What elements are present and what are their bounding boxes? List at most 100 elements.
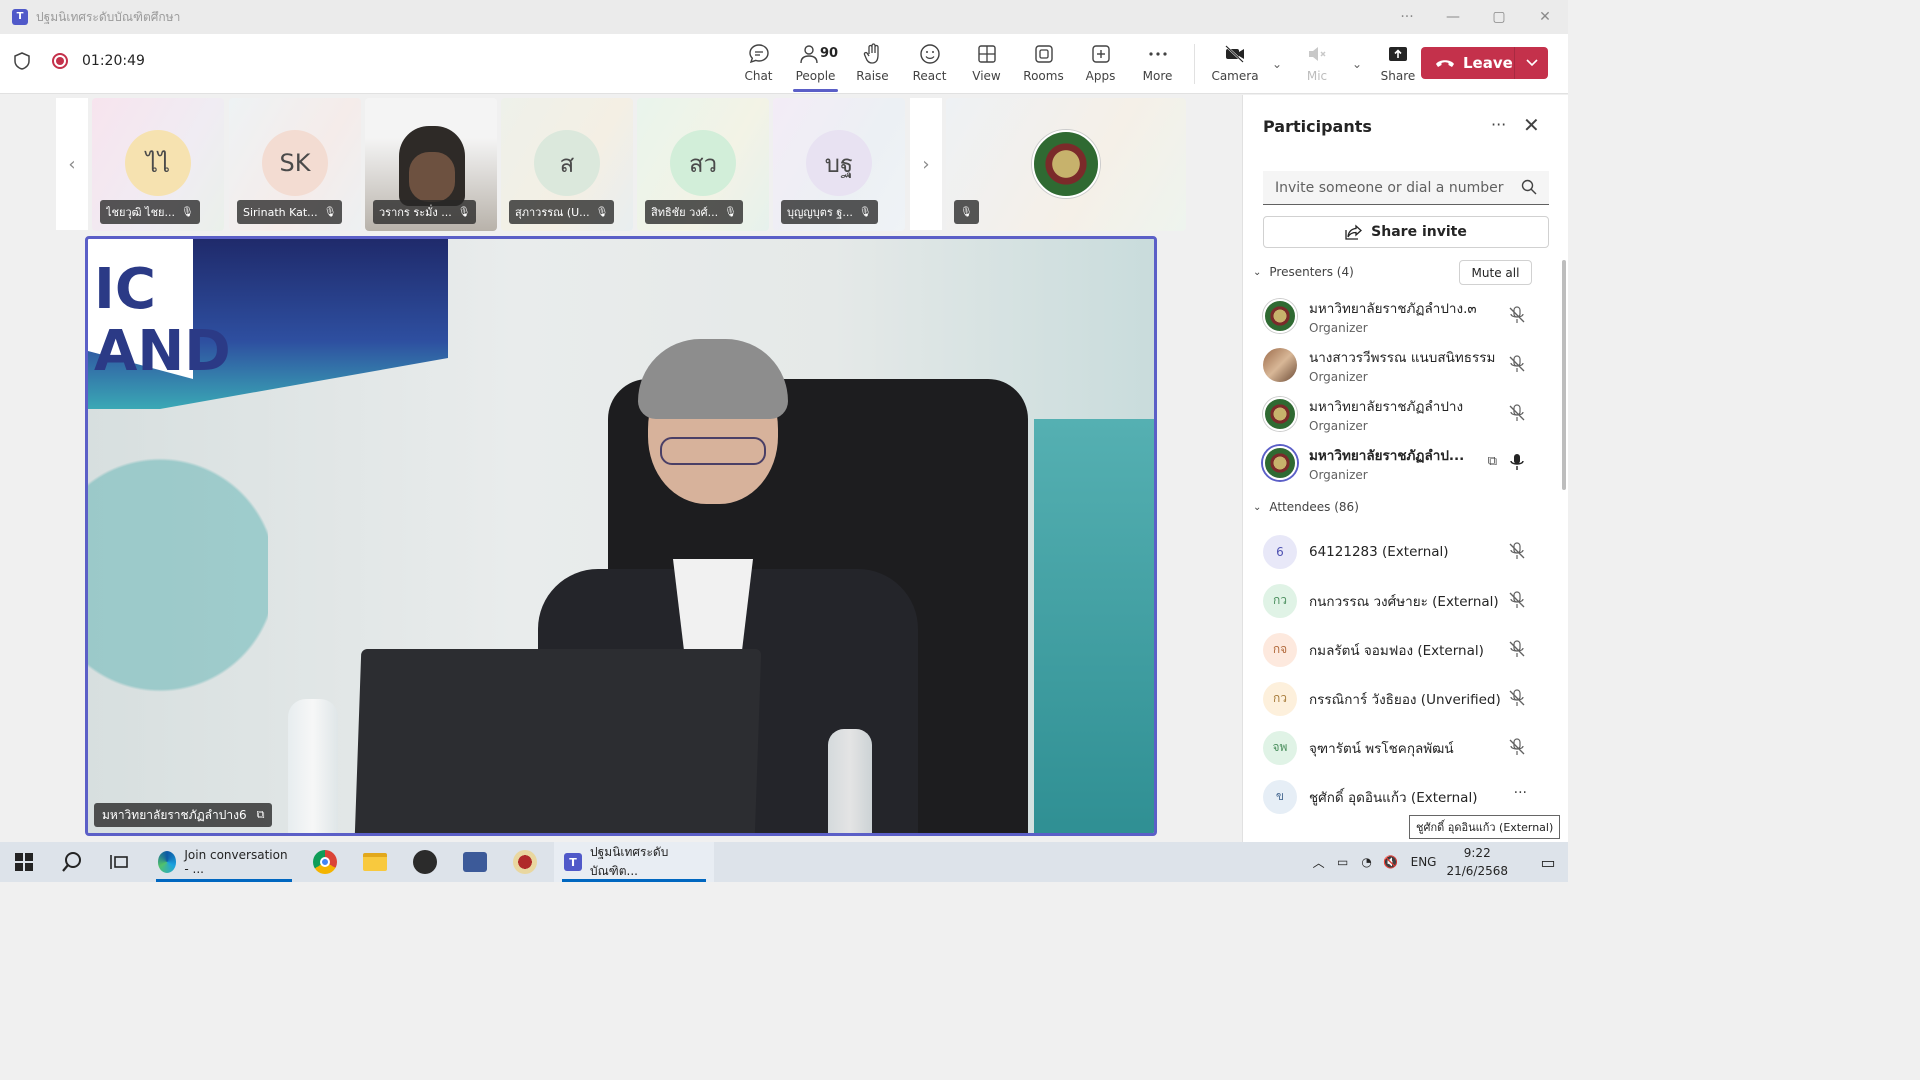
row-more-button[interactable]: ··· (1514, 785, 1527, 801)
volume-muted-icon[interactable]: 🔇 (1379, 855, 1403, 869)
presenter-row[interactable]: มหาวิทยาลัยราชภัฏลำปาง Organizer (1263, 389, 1553, 438)
chevron-down-icon: ⌄ (1253, 501, 1262, 513)
react-button[interactable]: React (901, 34, 958, 94)
camera-button[interactable]: Camera (1203, 34, 1267, 94)
raise-hand-button[interactable]: Raise (844, 34, 901, 94)
view-button[interactable]: View (958, 34, 1015, 94)
notification-icon[interactable]: ▭ (1528, 853, 1568, 872)
raise-hand-icon (863, 43, 879, 64)
panel-scrollbar[interactable] (1562, 260, 1566, 490)
people-button[interactable]: 90 People (787, 34, 844, 94)
avatar: บฐ (806, 130, 872, 196)
task-view-icon (110, 855, 128, 869)
attendees-section-toggle[interactable]: ⌄ Attendees (86) (1253, 500, 1359, 514)
taskbar-app[interactable] (500, 842, 550, 882)
camera-options-chevron-icon[interactable]: ⌄ (1267, 34, 1287, 94)
search-button[interactable] (48, 842, 96, 882)
attendee-row[interactable]: 6 64121283 (External) (1263, 527, 1553, 576)
chat-icon (748, 44, 769, 64)
folder-icon (363, 853, 387, 871)
invite-search-input[interactable]: Invite someone or dial a number (1263, 171, 1549, 205)
share-tray-icon (1389, 47, 1407, 61)
microphone-icon: 🎙 (858, 206, 872, 218)
panel-close-button[interactable]: ✕ (1523, 113, 1540, 137)
participant-tile[interactable]: สว สิทธิชัย วงศ์... 🎙 (637, 98, 769, 231)
avatar: กว (1263, 583, 1297, 618)
mic-options-chevron-icon[interactable]: ⌄ (1347, 34, 1367, 94)
wifi-icon[interactable]: ◔ (1355, 855, 1379, 869)
chat-button[interactable]: Chat (730, 34, 787, 94)
invite-placeholder: Invite someone or dial a number (1275, 179, 1504, 196)
taskbar-app[interactable] (450, 842, 500, 882)
strip-next-button[interactable]: › (910, 98, 942, 230)
more-button[interactable]: More (1129, 34, 1186, 94)
attendee-row[interactable]: กว กนกวรรณ วงศ์ษายะ (External) (1263, 576, 1553, 625)
panel-more-button[interactable]: ··· (1491, 115, 1506, 134)
close-window-button[interactable]: ✕ (1522, 0, 1568, 34)
taskbar-clock[interactable]: 9:22 21/6/2568 (1446, 844, 1508, 880)
university-seal-avatar (1263, 298, 1297, 333)
view-label: View (972, 69, 1001, 83)
avatar: ไไ (125, 130, 191, 196)
taskbar-obs-app[interactable] (400, 842, 450, 882)
share-button[interactable]: Share (1367, 34, 1429, 94)
shield-icon (14, 52, 30, 70)
window-more-button[interactable]: ··· (1384, 0, 1430, 34)
leave-options-chevron-icon[interactable] (1514, 47, 1548, 79)
presenters-section-toggle[interactable]: ⌄ Presenters (4) (1253, 265, 1354, 279)
raise-label: Raise (856, 69, 889, 83)
search-icon (62, 852, 81, 872)
leave-button[interactable]: Leave (1421, 47, 1548, 79)
screen-share-icon: ⧉ (1487, 454, 1497, 469)
participant-tile[interactable]: บฐ บุญญบุตร ฐ... 🎙 (773, 98, 905, 231)
presenter-row[interactable]: นางสาวรวีพรรณ แนบสนิทธรรม Organizer (1263, 340, 1553, 389)
attendee-row[interactable]: กจ กมลรัตน์ จอมฟอง (External) (1263, 625, 1553, 674)
backdrop-lettering: IC AND (94, 257, 231, 384)
participant-tile[interactable]: ไไ ไชยวุฒิ ไชย... 🎙 (92, 98, 224, 231)
task-view-button[interactable] (96, 842, 144, 882)
attendee-row[interactable]: ข ชูศักดิ์ อุดอินแก้ว (External) ··· (1263, 772, 1553, 821)
taskbar-chrome-app[interactable] (300, 842, 350, 882)
react-label: React (912, 69, 947, 83)
participant-tile[interactable]: ส สุภาวรรณ (U... 🎙 (501, 98, 633, 231)
battery-icon[interactable]: ▭ (1331, 855, 1355, 869)
language-indicator[interactable]: ENG (1411, 855, 1437, 869)
teams-icon: T (564, 853, 583, 871)
mic-off-icon (1509, 738, 1525, 755)
rooms-button[interactable]: Rooms (1015, 34, 1072, 94)
taskbar-edge-app[interactable]: Join conversation - ... (148, 842, 300, 882)
avatar: SK (262, 130, 328, 196)
mute-all-button[interactable]: Mute all (1459, 260, 1532, 285)
teams-logo-icon: T (12, 9, 28, 25)
avatar: 6 (1263, 534, 1297, 569)
start-button[interactable] (0, 842, 48, 882)
chrome-icon (313, 850, 337, 874)
maximize-button[interactable]: ▢ (1476, 0, 1522, 34)
mic-label: Mic (1306, 69, 1328, 83)
presenter-row[interactable]: มหาวิทยาลัยราชภัฏลำปาง.๓ Organizer (1263, 291, 1553, 340)
attendee-row[interactable]: กว กรรณิการ์ วังธิยอง (Unverified) (1263, 674, 1553, 723)
eyeglasses (660, 437, 766, 465)
minimize-button[interactable]: — (1430, 0, 1476, 34)
system-tray: ︿ ▭ ◔ 🔇 ENG 9:22 21/6/2568 ▭ (1307, 842, 1568, 882)
share-invite-button[interactable]: Share invite (1263, 216, 1549, 248)
meeting-timer: 01:20:49 (82, 53, 145, 69)
presenter-row-active[interactable]: มหาวิทยาลัยราชภัฏลำป... Organizer ⧉ (1263, 438, 1553, 487)
avatar: ส (534, 130, 600, 196)
taskbar-explorer-app[interactable] (350, 842, 400, 882)
attendee-row[interactable]: จพ จุฑารัตน์ พรโชคกุลพัฒน์ (1263, 723, 1553, 772)
participant-name-tag: Sirinath Kat... 🎙 (237, 200, 343, 224)
avatar: ข (1263, 779, 1297, 814)
mic-button[interactable]: Mic (1287, 34, 1347, 94)
meeting-toolbar: 01:20:49 Chat 90 People Raise React View… (0, 34, 1568, 94)
chevron-up-icon[interactable]: ︿ (1307, 854, 1331, 871)
water-bottle (288, 699, 338, 833)
main-video[interactable]: IC AND มหาวิทยาลัยราชภัฏลำปาง6 ⧉ (85, 236, 1157, 836)
apps-button[interactable]: Apps (1072, 34, 1129, 94)
toolbar-divider (1194, 44, 1195, 84)
strip-prev-button[interactable]: ‹ (56, 98, 88, 230)
participant-tile[interactable]: 🎙 (946, 98, 1186, 231)
participant-video-tile[interactable]: วรากร ระมั่ง ... 🎙 (365, 98, 497, 231)
taskbar-teams-app[interactable]: T ปฐมนิเทศระดับบัณฑิต... (554, 842, 714, 882)
participant-tile[interactable]: SK Sirinath Kat... 🎙 (229, 98, 361, 231)
